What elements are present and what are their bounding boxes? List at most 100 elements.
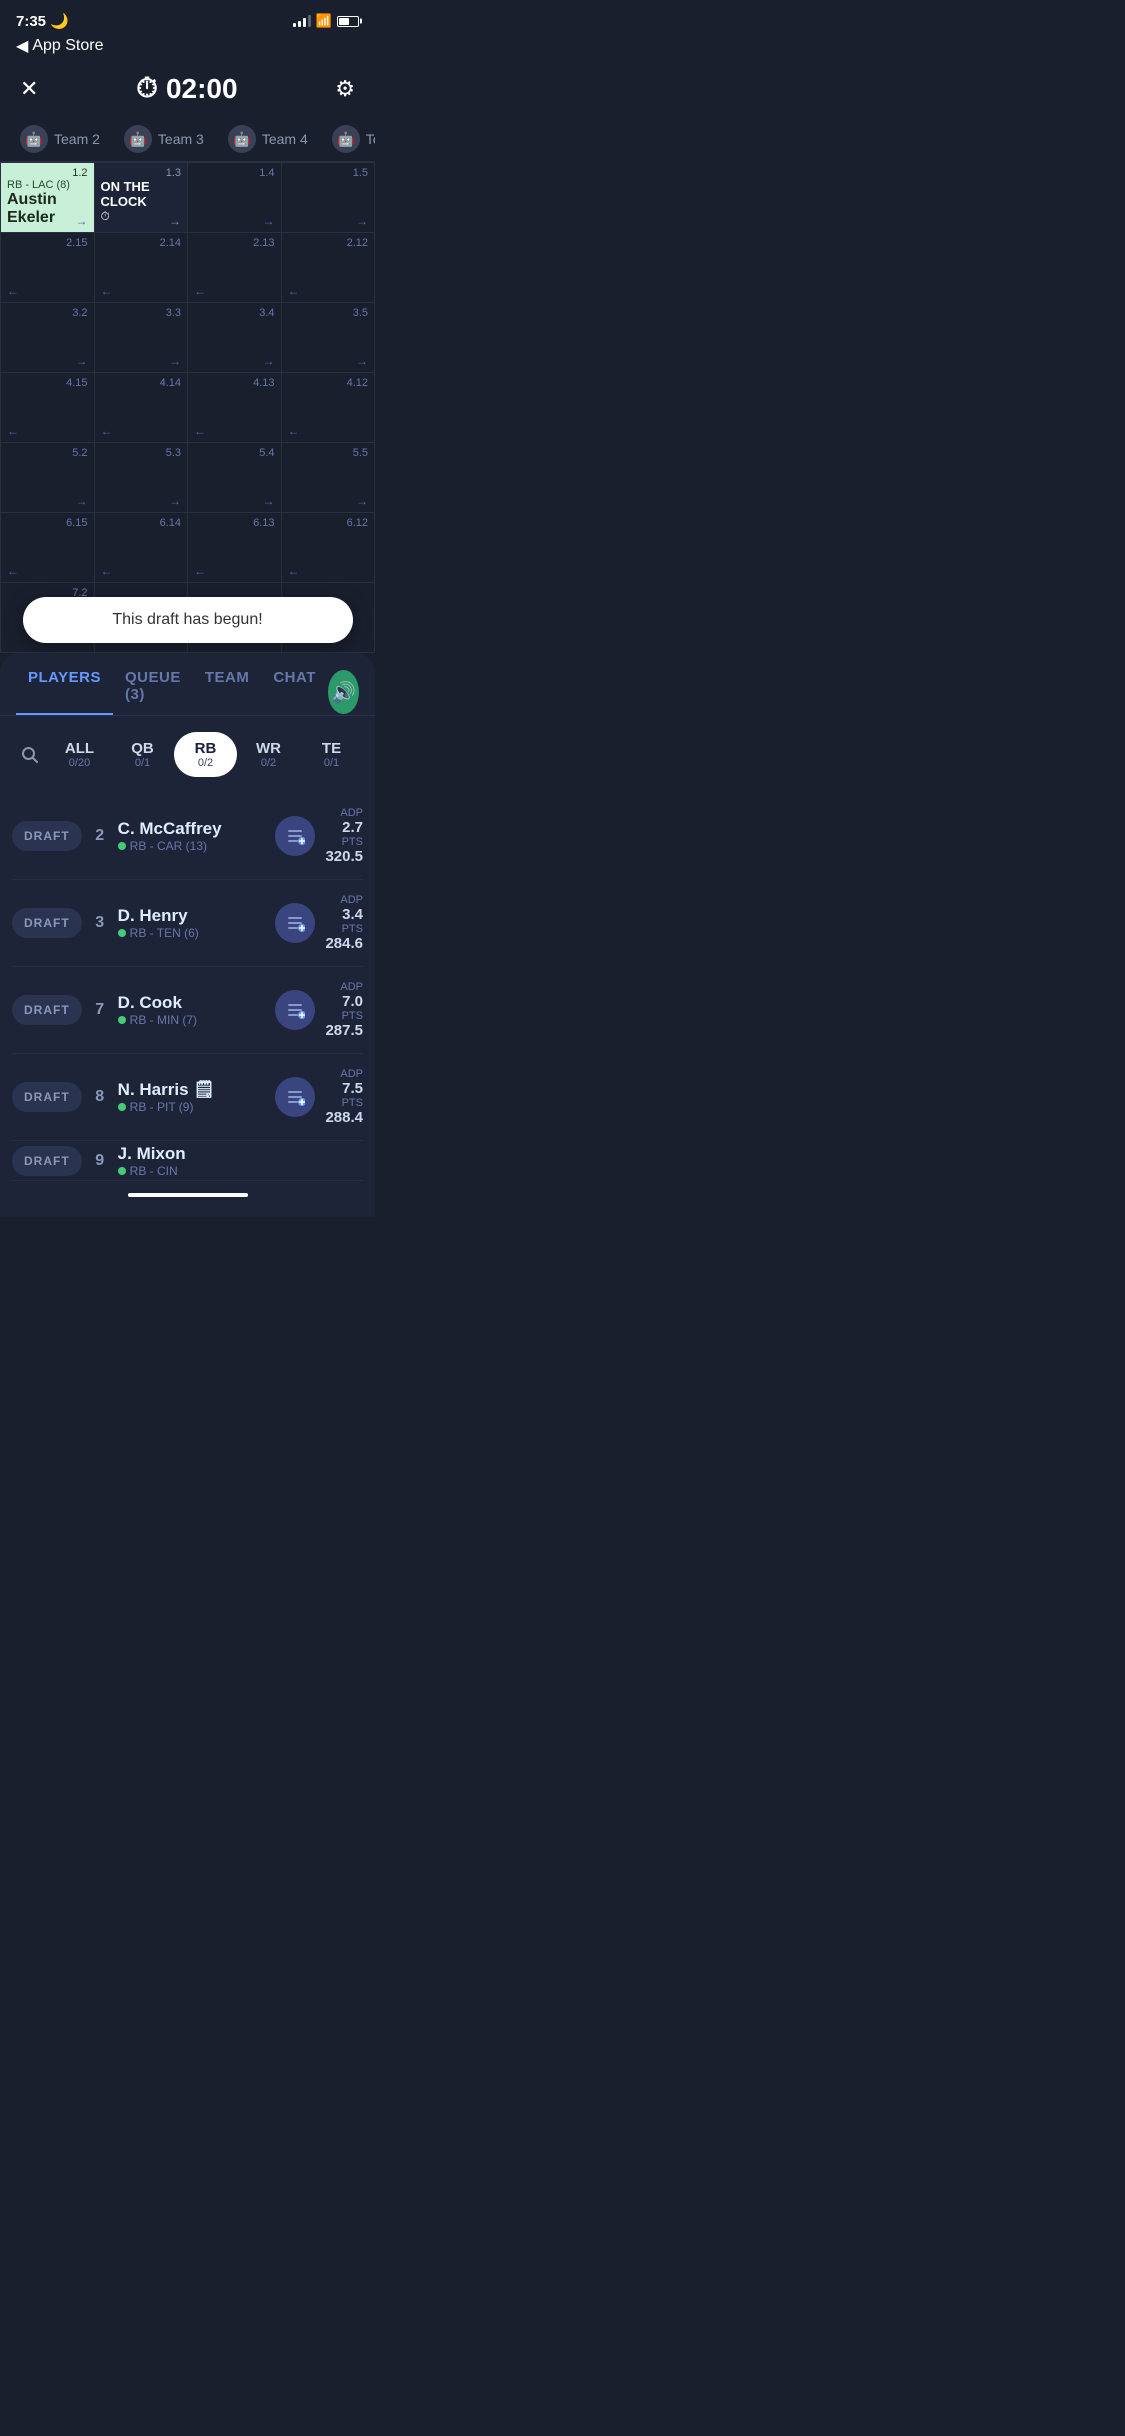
grid-cell-r1c1[interactable]: 2.14 ← <box>94 233 188 303</box>
panel-tab-players[interactable]: PLAYERS <box>16 669 113 715</box>
team-tab-team2[interactable]: 🤖Team 2 <box>8 117 112 161</box>
team-tab-team5[interactable]: 🤖Team 5 <box>320 117 375 161</box>
grid-cell-r4c0[interactable]: 5.2 → <box>1 443 95 513</box>
pick-num: 6.14 <box>101 517 182 529</box>
player-name-1: D. Henry <box>118 906 266 926</box>
grid-cell-r3c0[interactable]: 4.15 ← <box>1 373 95 443</box>
pick-rank-1: 3 <box>92 914 108 932</box>
pos-filter-wr[interactable]: WR 0/2 <box>237 732 300 777</box>
app-store-label: App Store <box>32 37 103 55</box>
player-queue-button-2[interactable] <box>275 990 315 1030</box>
pos-label: WR <box>241 740 296 757</box>
search-button[interactable] <box>12 737 48 773</box>
arrow-icon: ← <box>194 284 206 298</box>
pos-filter-te[interactable]: TE 0/1 <box>300 732 363 777</box>
draft-button-4[interactable]: DRAFT <box>12 1146 82 1176</box>
pick-num: 4.15 <box>7 377 88 389</box>
arrow-icon: → <box>169 214 181 228</box>
arrow-icon: ← <box>288 284 300 298</box>
grid-cell-r5c1[interactable]: 6.14 ← <box>94 513 188 583</box>
grid-cell-r5c2[interactable]: 6.13 ← <box>188 513 282 583</box>
grid-cell-r1c3[interactable]: 2.12 ← <box>281 233 375 303</box>
pick-num: 1.2 <box>7 167 88 179</box>
pos-count: 0/2 <box>241 757 296 769</box>
grid-cell-r0c2[interactable]: 1.4 → <box>188 163 282 233</box>
grid-cell-r0c3[interactable]: 1.5 → <box>281 163 375 233</box>
grid-cell-r2c3[interactable]: 3.5 → <box>281 303 375 373</box>
draft-button-1[interactable]: DRAFT <box>12 908 82 938</box>
panel-tab-queue[interactable]: QUEUE (3) <box>113 669 193 715</box>
grid-cell-r0c1[interactable]: 1.3 ON THE CLOCK ⏱ → <box>94 163 188 233</box>
draft-button-3[interactable]: DRAFT <box>12 1082 82 1112</box>
grid-cell-r3c1[interactable]: 4.14 ← <box>94 373 188 443</box>
grid-cell-r4c1[interactable]: 5.3 → <box>94 443 188 513</box>
grid-cell-r2c0[interactable]: 3.2 → <box>1 303 95 373</box>
pick-rank-4: 9 <box>92 1152 108 1170</box>
grid-cell-r5c0[interactable]: 6.15 ← <box>1 513 95 583</box>
team-dot-icon <box>118 1103 126 1111</box>
sound-button[interactable]: 🔊 <box>328 670 359 714</box>
grid-cell-r0c0[interactable]: 1.2 RB - LAC (8) Austin Ekeler → <box>1 163 95 233</box>
draft-grid: 1.2 RB - LAC (8) Austin Ekeler → 1.3 ON … <box>0 162 375 653</box>
home-indicator <box>128 1193 248 1197</box>
arrow-icon: ← <box>7 564 19 578</box>
pos-label: RB <box>178 740 233 757</box>
player-name-0: C. McCaffrey <box>118 819 266 839</box>
player-team-0: RB - CAR (13) <box>118 839 266 853</box>
arrow-icon: → <box>263 354 275 368</box>
team-tab-label: Team 3 <box>158 131 204 147</box>
panel-tab-chat[interactable]: CHAT <box>261 669 328 715</box>
arrow-icon: ← <box>101 564 113 578</box>
grid-cell-r5c3[interactable]: 6.12 ← <box>281 513 375 583</box>
pick-num: 6.12 <box>288 517 369 529</box>
grid-cell-r1c2[interactable]: 2.13 ← <box>188 233 282 303</box>
toast-message: This draft has begun! <box>23 597 353 643</box>
player-queue-button-3[interactable] <box>275 1077 315 1117</box>
grid-cell-r4c3[interactable]: 5.5 → <box>281 443 375 513</box>
draft-button-0[interactable]: DRAFT <box>12 821 82 851</box>
panel-tab-team[interactable]: TEAM <box>193 669 262 715</box>
player-list: DRAFT 2 C. McCaffrey RB - CAR (13) ADP 2… <box>0 793 375 1181</box>
settings-button[interactable]: ⚙ <box>335 76 355 102</box>
player-row-1: DRAFT 3 D. Henry RB - TEN (6) ADP 3.4 PT… <box>12 880 363 967</box>
player-name-3: N. Harris 🗒 <box>118 1080 266 1100</box>
pick-num: 1.5 <box>288 167 369 179</box>
grid-cell-r4c2[interactable]: 5.4 → <box>188 443 282 513</box>
arrow-icon: ← <box>288 564 300 578</box>
team-tab-label: Team 4 <box>262 131 308 147</box>
pick-rank-2: 7 <box>92 1001 108 1019</box>
toast-container: This draft has begun! <box>23 597 353 643</box>
team-tab-team3[interactable]: 🤖 Team 3 <box>112 117 216 161</box>
grid-cell-r1c0[interactable]: 2.15 ← <box>1 233 95 303</box>
arrow-icon: ← <box>194 564 206 578</box>
arrow-icon: ← <box>7 284 19 298</box>
grid-cell-r3c3[interactable]: 4.12 ← <box>281 373 375 443</box>
team-tab-team4[interactable]: 🤖Team 4 <box>216 117 320 161</box>
player-info-3: N. Harris 🗒 RB - PIT (9) <box>118 1080 266 1114</box>
arrow-icon: → <box>356 354 368 368</box>
bottom-panel: PLAYERSQUEUE (3)TEAMCHAT 🔊 ALL 0/20 QB 0… <box>0 653 375 1217</box>
arrow-icon: ← <box>288 424 300 438</box>
grid-cell-r3c2[interactable]: 4.13 ← <box>188 373 282 443</box>
player-queue-button-0[interactable] <box>275 816 315 856</box>
arrow-icon: ← <box>101 424 113 438</box>
grid-cell-r2c1[interactable]: 3.3 → <box>94 303 188 373</box>
player-queue-button-1[interactable] <box>275 903 315 943</box>
pick-num: 6.13 <box>194 517 275 529</box>
draft-button-2[interactable]: DRAFT <box>12 995 82 1025</box>
grid-cell-r2c2[interactable]: 3.4 → <box>188 303 282 373</box>
pos-filter-qb[interactable]: QB 0/1 <box>111 732 174 777</box>
app-store-back[interactable]: ◀ App Store <box>0 34 375 64</box>
adp-pts-1: ADP 3.4 PTS 284.6 <box>325 894 363 952</box>
team-dot-icon <box>118 929 126 937</box>
pos-filter-all[interactable]: ALL 0/20 <box>48 732 111 777</box>
active-pos: RB - LAC (8) <box>7 179 70 191</box>
pos-filter-rb[interactable]: RB 0/2 <box>174 732 237 777</box>
arrow-icon: → <box>76 494 88 508</box>
arrow-icon: ← <box>101 284 113 298</box>
battery-icon <box>337 16 359 27</box>
player-team-1: RB - TEN (6) <box>118 926 266 940</box>
close-button[interactable]: ✕ <box>20 76 38 102</box>
bot-icon: 🤖 <box>124 125 152 153</box>
pick-num: 4.14 <box>101 377 182 389</box>
